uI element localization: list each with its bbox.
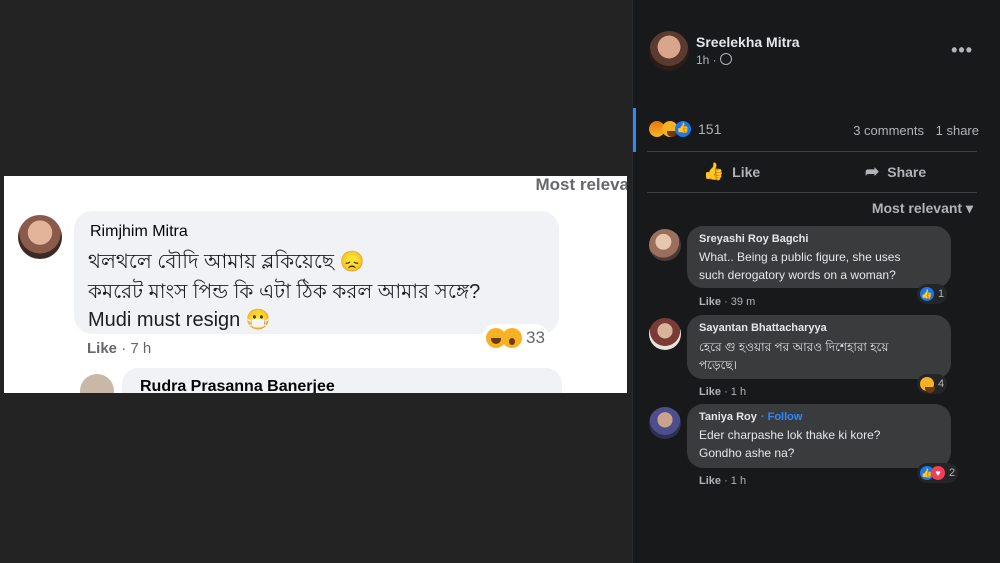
comment-text-line-2: কমরেট মাংস পিন্ড কি এটা ঠিক করল আমার সঙ্… [88, 281, 481, 303]
comment-like-link[interactable]: Like [699, 296, 721, 308]
comment-reaction-count: 1 [938, 288, 945, 300]
comment-sort-dropdown[interactable]: Most relevant ▾ [872, 200, 973, 217]
comment-bubble: Rimjhim Mitra থলথলে বৌদি আমায় ব্লকিয়েছ… [74, 211, 559, 334]
post-reaction-summary[interactable]: 👍 151 [649, 121, 721, 137]
like-button-label: Like [732, 164, 761, 180]
comment-like-link[interactable]: Like [699, 475, 721, 487]
heart-icon: ♥ [931, 466, 945, 480]
divider [647, 192, 977, 193]
thumbs-up-icon: 👍 [703, 162, 725, 181]
comment-bubble: Sayantan Bhattacharyya হেরে গু হওয়ার পর… [687, 315, 951, 379]
comment-reactions[interactable]: 👍 1 [917, 284, 948, 304]
divider [647, 151, 977, 152]
embedded-comment-screenshot: Most releva Rimjhim Mitra থলথলে বৌদি আমা… [4, 176, 627, 393]
avatar [18, 215, 62, 259]
wow-icon [502, 328, 522, 348]
comment-author[interactable]: Sayantan Bhattacharyya [699, 322, 827, 334]
shares-count-link[interactable]: 1 share [936, 123, 979, 138]
comment-time: · 7 h [121, 340, 152, 357]
comment-author[interactable]: Taniya Roy [699, 411, 757, 423]
like-icon: 👍 [920, 287, 934, 301]
reply-bubble: Rudra Prasanna Banerjee [122, 368, 562, 393]
comment-text-line-1: Eder charpashe lok thake ki kore? [699, 428, 881, 442]
post-time-text[interactable]: 1h · [696, 53, 717, 67]
share-button-label: Share [887, 164, 927, 180]
comment-time[interactable]: · 1 h [724, 475, 746, 487]
comment-meta: Like · 7 h [87, 340, 151, 357]
reaction-summary: 33 [482, 324, 549, 352]
globe-icon [719, 53, 732, 65]
post-author-name[interactable]: Sreelekha Mitra [696, 34, 800, 50]
comment-text-line-2: পড়েছে। [699, 358, 737, 372]
comment-author-row: Taniya Roy · Follow [699, 411, 802, 423]
comment-text-line-1: What.. Being a public figure, she uses [699, 250, 901, 264]
post-reaction-count: 151 [698, 121, 722, 137]
comment-meta: Like · 1 h [699, 475, 746, 487]
comment-time[interactable]: · 1 h [724, 386, 746, 398]
post-author-avatar[interactable] [649, 31, 689, 71]
comment-bubble: Taniya Roy · Follow Eder charpashe lok th… [687, 404, 951, 468]
comment-meta: Like · 39 m [699, 296, 755, 308]
comment-avatar[interactable] [649, 229, 681, 261]
comment-text-line-3: Mudi must resign 😷 [88, 309, 271, 331]
comment-text-line-2: Gondho ashe na? [699, 446, 795, 460]
like-icon: 👍 [675, 121, 691, 137]
haha-icon [920, 377, 935, 393]
post-time: 1h · [696, 53, 732, 67]
comment-text-line-2: such derogatory words on a woman? [699, 268, 896, 282]
share-button[interactable]: ➦ Share [865, 162, 926, 182]
comment-text-line-1: হেরে গু হওয়ার পর আরও দিশেহারা হয়ে [699, 340, 889, 354]
reaction-count: 33 [526, 328, 545, 347]
comment-reaction-count: 4 [938, 378, 945, 390]
facebook-post-panel: Sreelekha Mitra 1h · ••• 👍 151 3 comment… [632, 0, 1000, 563]
comment-reaction-count: 2 [949, 467, 956, 479]
screenshot-sort-label: Most releva [535, 176, 627, 194]
accent-bar [633, 108, 636, 152]
comment-reactions[interactable]: 4 [917, 374, 948, 394]
comment-author: Rimjhim Mitra [90, 223, 188, 240]
reply-author: Rudra Prasanna Banerjee [140, 378, 335, 393]
comment-avatar[interactable] [649, 407, 681, 439]
comment-time[interactable]: · 39 m [724, 296, 755, 308]
follow-link[interactable]: · Follow [761, 411, 803, 423]
comment-meta: Like · 1 h [699, 386, 746, 398]
reply-avatar [80, 374, 114, 393]
comment-author[interactable]: Sreyashi Roy Bagchi [699, 233, 808, 245]
more-options-button[interactable]: ••• [951, 40, 973, 61]
comment-text-line-1: থলথলে বৌদি আমায় ব্লকিয়েছে 😞 [88, 251, 365, 273]
comment-bubble: Sreyashi Roy Bagchi What.. Being a publi… [687, 226, 951, 288]
like-button[interactable]: 👍 Like [703, 162, 760, 182]
comment-avatar[interactable] [649, 318, 681, 350]
share-arrow-icon: ➦ [865, 162, 880, 181]
comment-like-link[interactable]: Like [699, 386, 721, 398]
comment-reactions[interactable]: 👍 ♥ 2 [917, 463, 959, 483]
like-link: Like [87, 340, 118, 357]
comments-count-link[interactable]: 3 comments [853, 123, 924, 138]
post-stats: 3 comments 1 share [853, 123, 979, 138]
